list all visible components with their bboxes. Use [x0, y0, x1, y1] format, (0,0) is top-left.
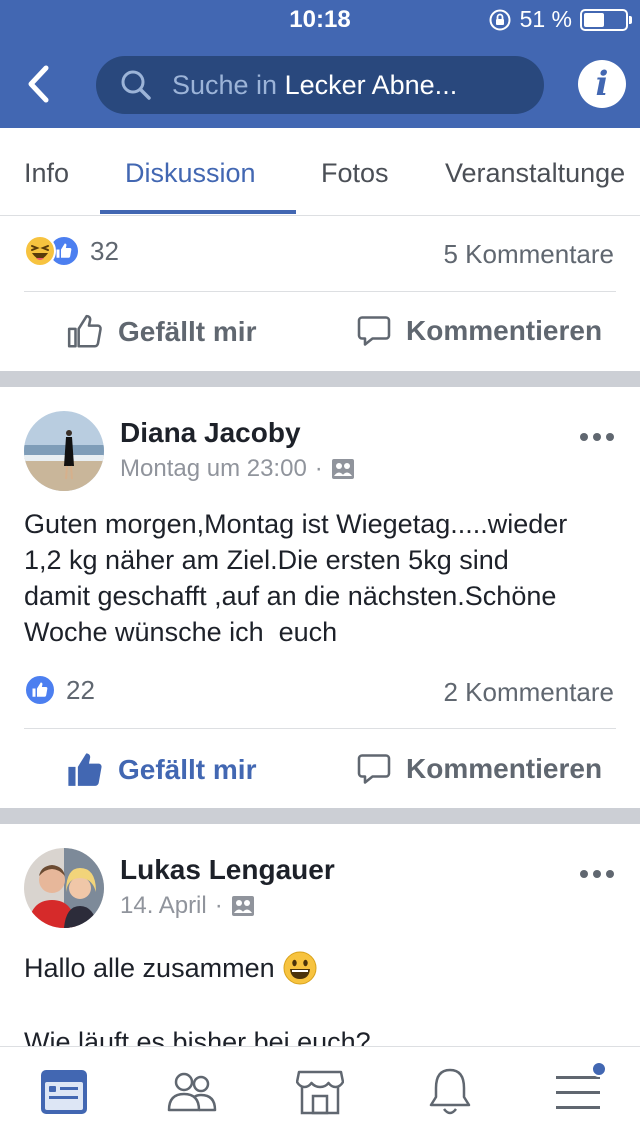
- avatar[interactable]: [24, 848, 104, 928]
- tab-fotos[interactable]: Fotos: [321, 158, 389, 189]
- like-button[interactable]: Gefällt mir: [66, 313, 256, 351]
- search-input[interactable]: Suche in Lecker Abne...: [96, 56, 544, 114]
- thumbs-up-filled-icon: [68, 753, 102, 786]
- post-timestamp[interactable]: 14. April: [120, 892, 207, 920]
- more-dot: [593, 870, 601, 878]
- comment-count-link[interactable]: 5 Kommentare: [443, 239, 614, 270]
- nav-notifications[interactable]: [425, 1067, 475, 1117]
- post-text-line: Woche wünsche ich euch: [24, 617, 338, 647]
- like-reaction-icon: [24, 674, 56, 706]
- feed-separator: [0, 371, 640, 387]
- nav-groups[interactable]: [167, 1067, 217, 1117]
- menu-notification-dot: [591, 1061, 607, 1077]
- search-prefix: Suche in: [172, 69, 285, 100]
- group-audience-icon: [231, 896, 254, 916]
- search-placeholder: Suche in Lecker Abne...: [172, 70, 457, 101]
- like-label: Gefällt mir: [118, 316, 257, 347]
- post-card: 32 5 Kommentare Gefällt mir Kommentieren: [0, 217, 640, 371]
- feed-separator: [0, 808, 640, 824]
- comment-button[interactable]: Kommentieren: [356, 751, 602, 787]
- active-tab-indicator: [100, 210, 296, 214]
- battery-percent: 51 %: [519, 6, 572, 32]
- notifications-icon: [429, 1068, 471, 1115]
- more-dots-icon: [580, 870, 588, 878]
- comment-count-link[interactable]: 2 Kommentare: [443, 677, 614, 708]
- meta-separator: ·: [214, 892, 223, 919]
- post-text: Hallo alle zusammen: [24, 950, 624, 986]
- post-timestamp[interactable]: Montag um 23:00: [120, 455, 307, 483]
- info-icon: i: [595, 64, 609, 104]
- post-text-line: Wie läuft es bisher bei euch?: [24, 1027, 371, 1046]
- avatar[interactable]: [24, 411, 104, 491]
- post-text: Guten morgen,Montag ist Wiegetag.....wie…: [24, 506, 624, 650]
- feed-icon: [41, 1070, 87, 1114]
- nav-marketplace[interactable]: [295, 1067, 345, 1117]
- divider: [24, 291, 616, 292]
- menu-icon: [556, 1076, 600, 1109]
- more-dots-icon: [580, 433, 588, 441]
- groups-icon: [167, 1072, 217, 1112]
- battery-icon: [580, 8, 632, 31]
- more-dot: [606, 870, 614, 878]
- comment-label: Kommentieren: [406, 753, 603, 784]
- battery-level: [584, 12, 605, 27]
- back-button[interactable]: [20, 62, 56, 106]
- app-header: 10:18 51 % Suche in Lecker Abne... i: [0, 0, 640, 128]
- post-text-line: Hallo alle zusammen: [24, 953, 275, 983]
- post-text-line: Guten morgen,Montag ist Wiegetag.....wie…: [24, 509, 568, 539]
- like-label: Gefällt mir: [118, 754, 257, 785]
- status-bar: 10:18 51 %: [0, 0, 640, 40]
- search-icon: [121, 70, 151, 100]
- post-meta: 14. April ·: [120, 892, 255, 920]
- post-card: Lukas Lengauer 14. April · Hallo alle zu…: [0, 824, 640, 1046]
- tab-info[interactable]: Info: [24, 158, 69, 189]
- author-name[interactable]: Diana Jacoby: [120, 417, 301, 449]
- tab-diskussion[interactable]: Diskussion: [125, 158, 256, 189]
- tab-veranstaltungen[interactable]: Veranstaltunge: [445, 158, 625, 189]
- like-button[interactable]: Gefällt mir: [66, 751, 256, 789]
- reaction-count: 22: [66, 674, 95, 705]
- status-right: 51 %: [488, 6, 632, 33]
- post-options-button[interactable]: [580, 433, 614, 441]
- post-options-button[interactable]: [580, 870, 614, 878]
- author-name[interactable]: Lukas Lengauer: [120, 854, 335, 886]
- comment-icon: [357, 754, 391, 784]
- comment-button[interactable]: Kommentieren: [356, 313, 602, 349]
- smiley-emoji-icon: [283, 951, 317, 985]
- group-tabs: Info Diskussion Fotos Veranstaltunge: [0, 128, 640, 216]
- haha-reaction-icon: [24, 235, 56, 267]
- post-meta: Montag um 23:00 ·: [120, 455, 355, 483]
- divider: [24, 728, 616, 729]
- reaction-summary[interactable]: 32: [24, 235, 119, 267]
- post-text-line: 1,2 kg näher am Ziel.Die ersten 5kg sind: [24, 545, 509, 575]
- nav-menu[interactable]: [553, 1061, 607, 1117]
- rotation-lock-icon: [489, 9, 511, 30]
- bottom-navigation: [0, 1046, 640, 1136]
- group-audience-icon: [331, 459, 354, 479]
- more-dot: [606, 433, 614, 441]
- comment-icon: [357, 316, 391, 346]
- comment-label: Kommentieren: [406, 315, 603, 346]
- thumbs-up-outline-icon: [67, 314, 102, 348]
- post-text-line: damit geschafft ,auf an die nächsten.Sch…: [24, 581, 557, 611]
- info-button[interactable]: i: [578, 60, 626, 108]
- reaction-summary[interactable]: 22: [24, 674, 95, 706]
- nav-feed[interactable]: [39, 1067, 89, 1117]
- reaction-count: 32: [90, 235, 119, 266]
- meta-separator: ·: [314, 455, 323, 482]
- search-group-name: Lecker Abne...: [284, 69, 458, 100]
- more-dot: [593, 433, 601, 441]
- marketplace-icon: [296, 1070, 344, 1115]
- chevron-left-icon: [28, 65, 49, 103]
- post-card: Diana Jacoby Montag um 23:00 · Guten mor…: [0, 387, 640, 807]
